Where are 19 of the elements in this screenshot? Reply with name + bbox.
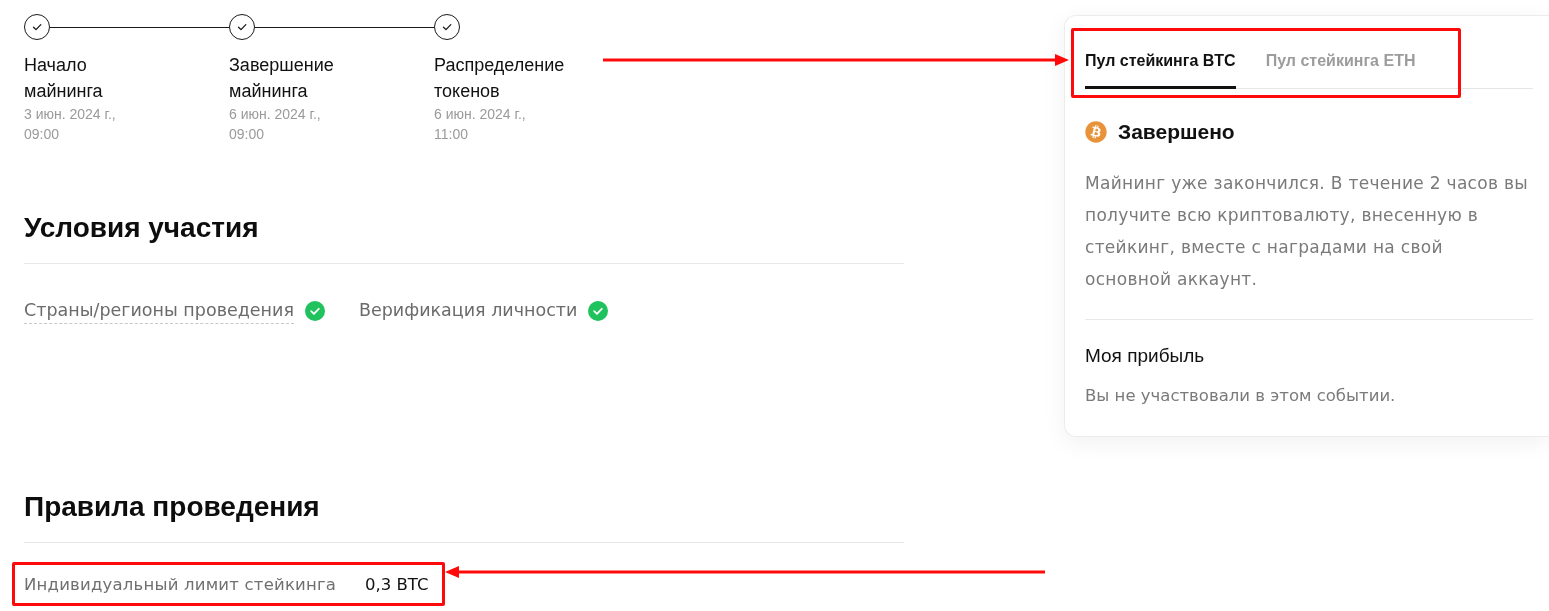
pool-tab[interactable]: Пул стейкинга ETH (1265, 51, 1416, 89)
step-title: Завершение майнинга (229, 54, 335, 103)
condition-label: Верификация личности (358, 299, 578, 322)
status-label: Завершено (1118, 119, 1235, 145)
status-description: Майнинг уже закончился. В течение 2 часов вы получите всю криптовалюту, внесенную в стейкинг, вместе с наградами на свой основной аккаунт. (1085, 167, 1533, 320)
profit-title: Моя прибыль (1085, 344, 1206, 368)
step-title: Начало майнинга (24, 54, 104, 103)
step-date: 6 июн. 2024 г., 11:00 (434, 105, 527, 144)
condition-label[interactable]: Страны/регионы проведения (24, 297, 294, 324)
step-date: 6 июн. 2024 г., 09:00 (229, 105, 322, 144)
step-date: 3 июн. 2024 г., 09:00 (24, 105, 117, 144)
section-heading: Правила проведения (24, 489, 904, 543)
pool-tab[interactable]: Пул стейкинга BTC (1085, 51, 1236, 89)
rule-label: Индивидуальный лимит стейкинга (24, 574, 338, 596)
bitcoin-icon (1085, 121, 1107, 143)
step-title: Распределение токенов (434, 54, 566, 103)
rule-value: 0,3 BTC (365, 574, 429, 596)
section-heading: Условия участия (24, 210, 904, 264)
profit-text: Вы не участвовали в этом событии. (1085, 385, 1397, 407)
